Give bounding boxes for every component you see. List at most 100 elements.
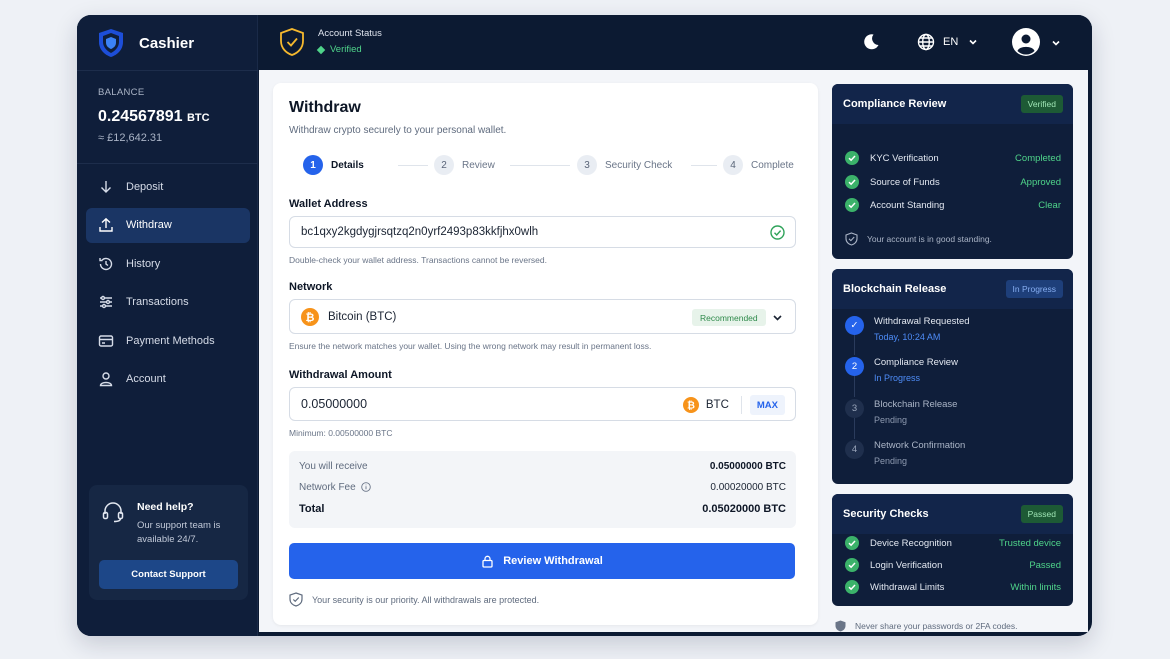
help-title: Need help?	[137, 501, 194, 513]
status-badge: In Progress	[1005, 280, 1063, 298]
compliance-review-panel: Compliance Review Verified KYC Verificat…	[832, 84, 1073, 259]
moon-icon[interactable]	[862, 33, 880, 51]
step-complete[interactable]: 4 Complete	[723, 155, 794, 175]
row-label: Device Recognition	[870, 537, 952, 549]
network-hint: Ensure the network matches your wallet. …	[289, 341, 652, 351]
amount-unit: BTC	[705, 399, 729, 411]
svg-text:₿: ₿	[306, 311, 315, 324]
row-label: Login Verification	[870, 559, 943, 571]
compliance-row: Account Standing Clear	[845, 198, 1061, 212]
bitcoin-icon: ₿	[301, 307, 319, 326]
security-row: Withdrawal Limits Within limits	[845, 580, 1061, 594]
security-footnote-text: Your security is our priority. All withd…	[312, 594, 540, 605]
check-circle-icon	[845, 536, 859, 550]
receive-value: 0.05000000 BTC	[709, 461, 786, 472]
main-content: Withdraw Withdraw crypto securely to you…	[259, 70, 1088, 632]
network-select[interactable]: ₿ Bitcoin (BTC) Recommended	[289, 299, 796, 334]
step-label: Review	[462, 159, 495, 171]
info-icon[interactable]	[360, 482, 371, 493]
row-value: Clear	[1038, 199, 1061, 211]
step-review[interactable]: 2 Review	[434, 155, 495, 175]
check-circle-icon	[845, 198, 859, 212]
compliance-footer-text: Your account is in good standing.	[867, 234, 992, 244]
check-circle-icon	[845, 580, 859, 594]
max-button[interactable]: MAX	[749, 395, 785, 415]
step-number: 2	[434, 155, 454, 175]
withdrawal-amount-value: 0.05000000	[301, 397, 368, 411]
divider	[740, 396, 742, 414]
sidebar-item-payment-methods[interactable]: Payment Methods	[86, 323, 250, 358]
step-number: 4	[723, 155, 743, 175]
panel-title: Compliance Review	[843, 98, 947, 110]
step-number: 1	[303, 155, 323, 175]
balance-amount-value: 0.24567891	[98, 108, 183, 125]
timeline-sub: In Progress	[874, 373, 921, 383]
timeline-title: Compliance Review	[874, 357, 958, 368]
security-checks-panel: Security Checks Passed Device Recognitio…	[832, 494, 1073, 606]
upload-icon	[99, 217, 113, 232]
fee-row: Network Fee 0.00020000 BTC	[299, 482, 786, 493]
security-row: Login Verification Passed	[845, 558, 1061, 572]
account-status-label: Account Status	[318, 28, 382, 39]
sidebar-item-history[interactable]: History	[86, 246, 250, 281]
panel-header: Security Checks Passed	[832, 494, 1073, 534]
receive-row: You will receive 0.05000000 BTC	[299, 461, 786, 472]
security-footnote: Your security is our priority. All withd…	[289, 592, 539, 607]
status-dot	[316, 45, 326, 54]
sidebar-item-account[interactable]: Account	[86, 362, 250, 397]
step-label: Complete	[751, 159, 794, 171]
row-label: Withdrawal Limits	[870, 581, 945, 593]
shield-check-icon	[289, 592, 303, 607]
row-value: Within limits	[1010, 581, 1061, 593]
wallet-address-input[interactable]: bc1qxy2kgdygjrsqtzq2n0yrf2493p83kkfjhx0w…	[289, 216, 796, 248]
row-label: Source of Funds	[870, 176, 940, 188]
brand[interactable]: Cashier	[97, 27, 194, 59]
check-circle-icon	[845, 151, 859, 165]
timeline-number: 4	[845, 440, 864, 459]
sidebar-item-withdraw[interactable]: Withdraw	[86, 207, 250, 243]
row-value: Passed	[1029, 559, 1061, 571]
language-code: EN	[943, 36, 959, 48]
step-security-check[interactable]: 3 Security Check	[577, 155, 672, 175]
row-value: Approved	[1020, 176, 1061, 188]
panel-header: Blockchain Release In Progress	[832, 269, 1073, 309]
help-card: Need help? Our support team is available…	[89, 485, 248, 600]
account-status-value: Verified	[316, 44, 362, 55]
sidebar-item-transactions[interactable]: Transactions	[86, 285, 250, 320]
sidebar-item-label: Deposit	[126, 180, 164, 193]
status-value-text: Verified	[330, 44, 362, 55]
avatar-icon[interactable]	[1012, 28, 1040, 56]
sidebar-item-deposit[interactable]: Deposit	[86, 169, 250, 204]
status-badge: Passed	[1020, 505, 1063, 523]
fee-value: 0.00020000 BTC	[710, 482, 786, 493]
svg-text:₿: ₿	[687, 401, 695, 412]
security-warning: Never share your passwords or 2FA codes.	[835, 620, 1018, 632]
sidebar: Cashier BALANCE 0.24567891 BTC ≈ £12,642…	[77, 15, 258, 636]
contact-support-button[interactable]: Contact Support	[99, 560, 238, 589]
step-details[interactable]: 1 Details	[303, 155, 364, 175]
total-label: Total	[299, 503, 325, 515]
review-withdrawal-label: Review Withdrawal	[503, 555, 603, 567]
compliance-row: KYC Verification Completed	[845, 151, 1061, 165]
divider	[77, 163, 258, 164]
page-subtitle: Withdraw crypto securely to your persona…	[289, 125, 507, 136]
headset-icon	[102, 502, 124, 523]
step-connector	[398, 165, 428, 166]
chevron-down-icon[interactable]	[1051, 38, 1061, 48]
balance-summary: BALANCE 0.24567891 BTC ≈ £12,642.31	[98, 87, 210, 144]
sidebar-nav: Deposit Withdraw History Transactions Pa…	[86, 169, 250, 400]
language-selector[interactable]: EN	[917, 33, 978, 51]
verified-shield-icon	[280, 28, 304, 56]
check-circle-icon	[845, 175, 859, 189]
lock-icon	[482, 555, 493, 568]
review-withdrawal-button[interactable]: Review Withdrawal	[289, 543, 795, 579]
chevron-down-icon	[773, 315, 782, 321]
shield-check-icon	[845, 232, 858, 246]
network-label: Network	[289, 281, 333, 293]
timeline-title: Network Confirmation	[874, 440, 966, 451]
shield-icon	[835, 620, 846, 632]
bitcoin-icon: ₿	[682, 397, 699, 413]
card-icon	[98, 334, 114, 347]
stepper: 1 Details 2 Review 3 Security Check 4 Comple…	[303, 155, 803, 177]
withdrawal-amount-input[interactable]: 0.05000000 ₿ BTC MAX	[289, 387, 796, 421]
